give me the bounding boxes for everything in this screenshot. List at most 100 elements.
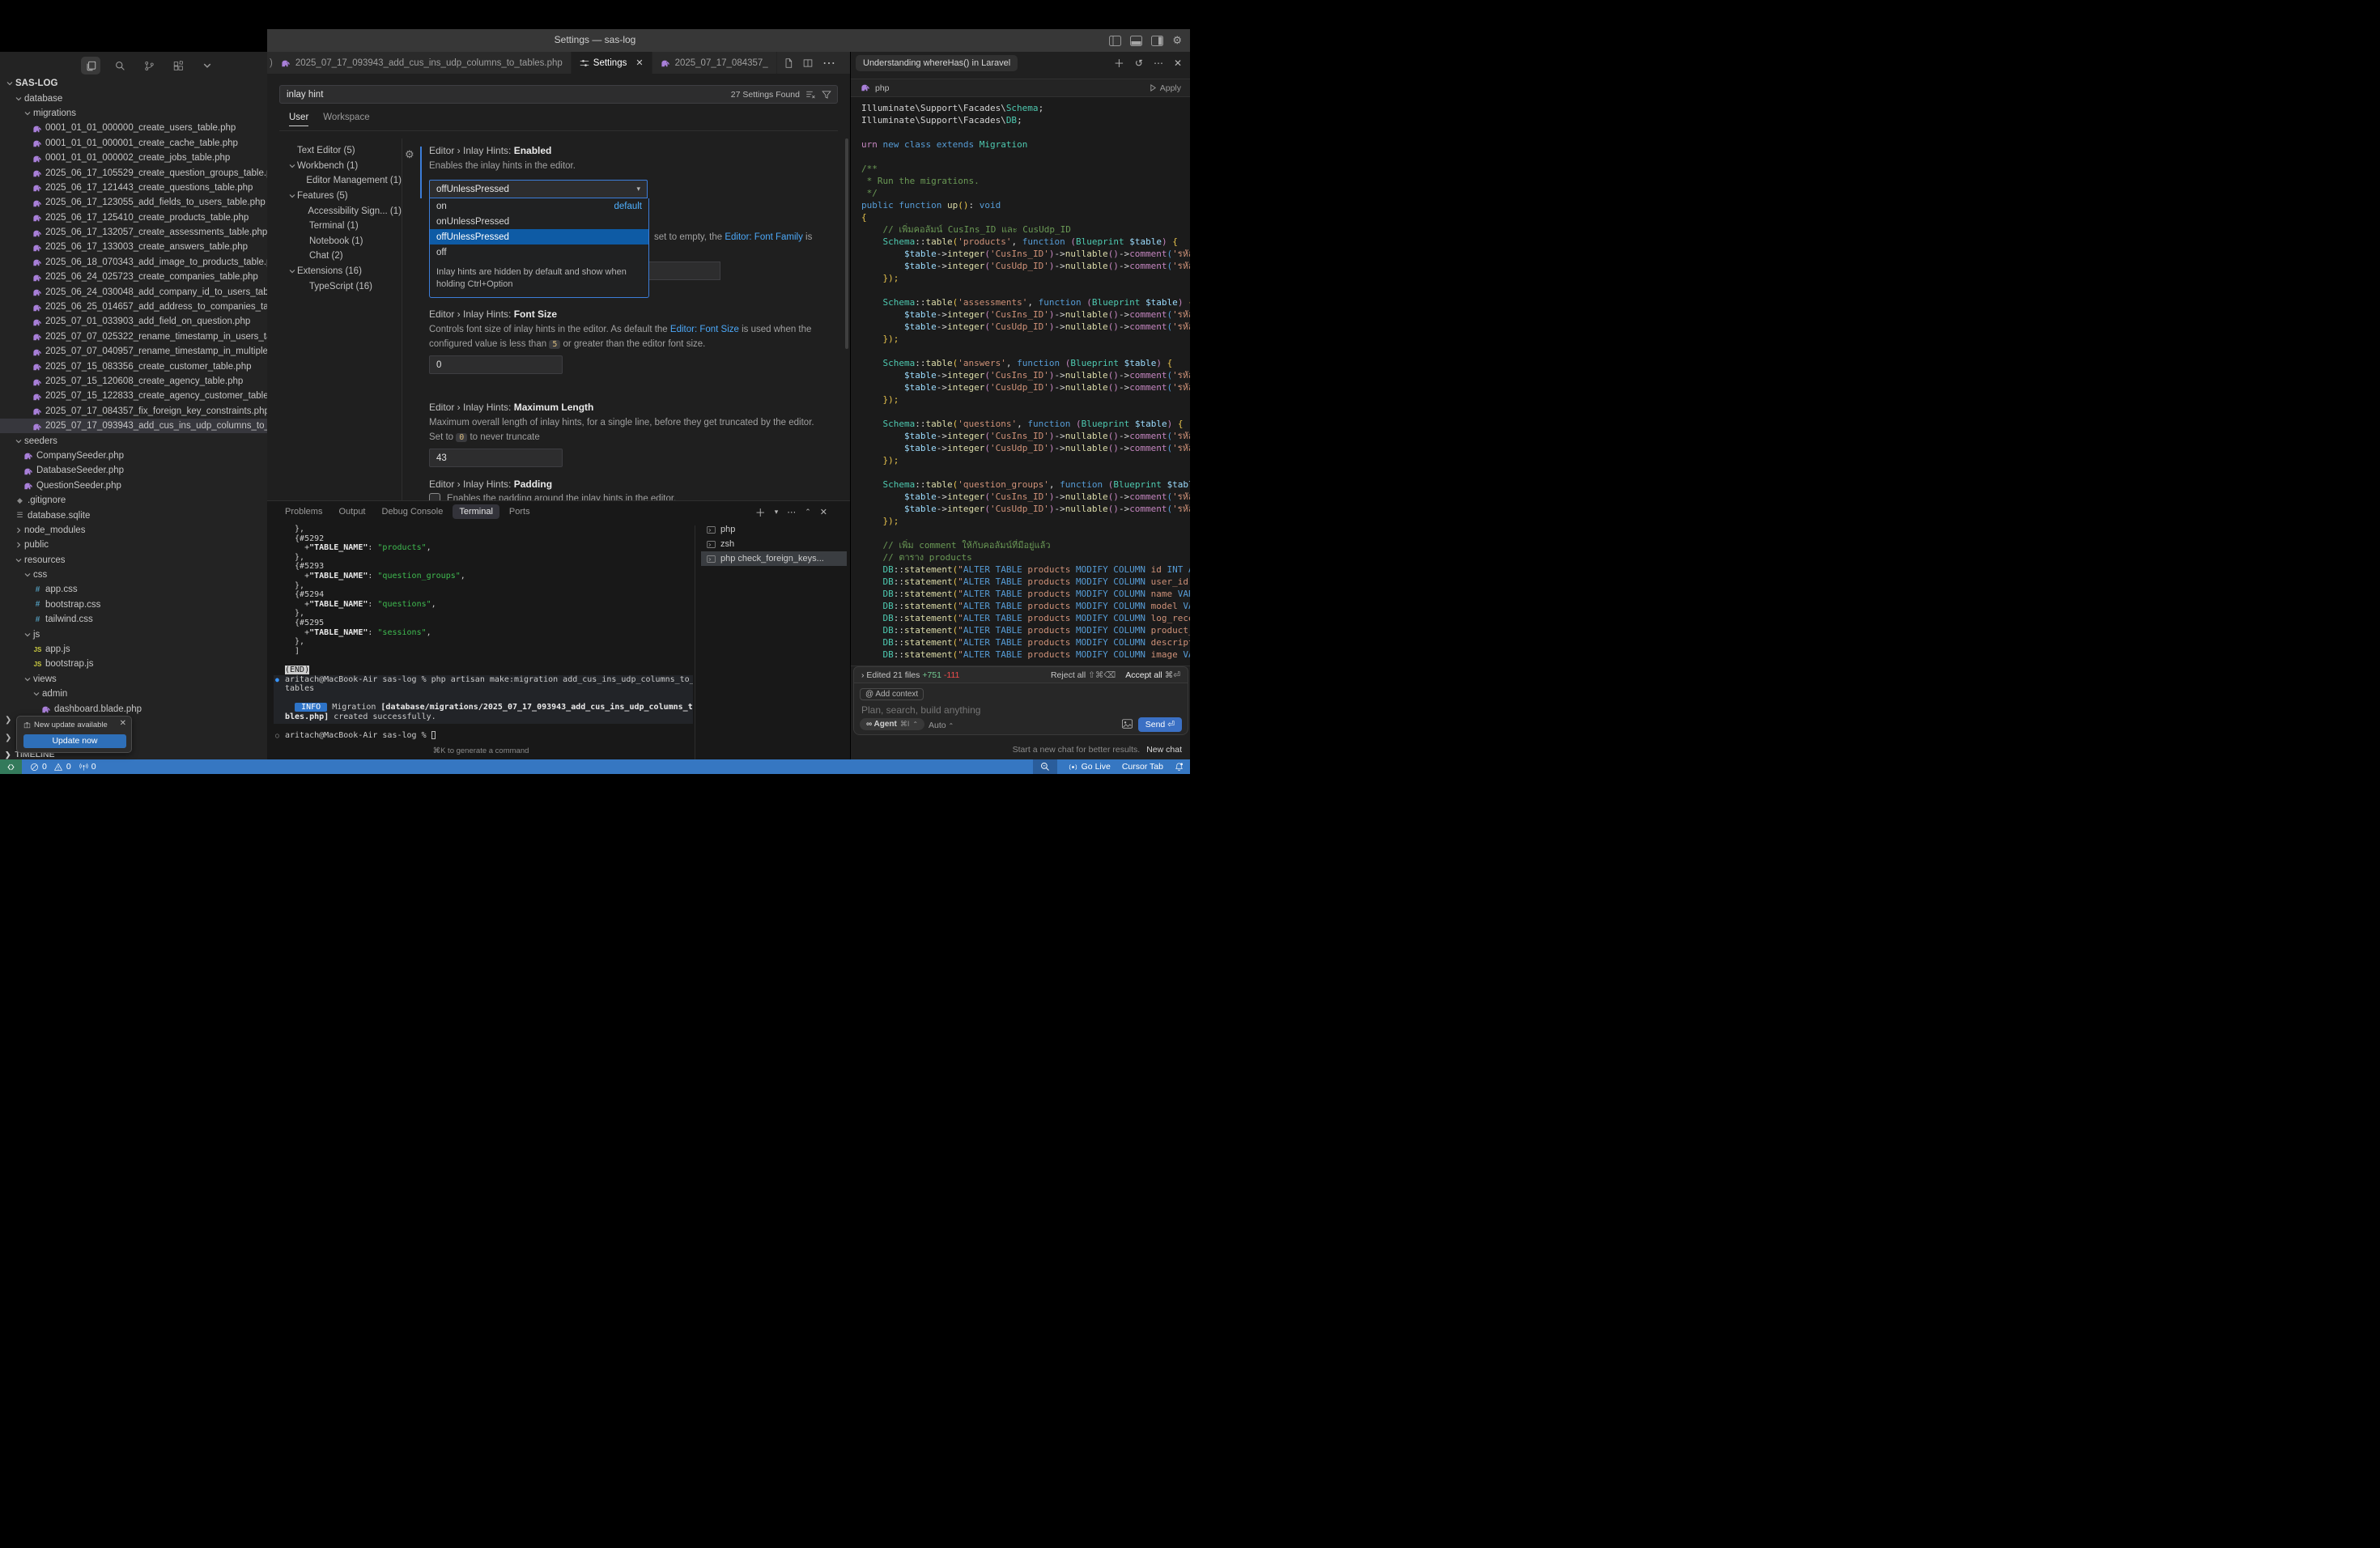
filter-icon[interactable]	[822, 90, 831, 100]
panel-tab-problems[interactable]: Problems	[278, 504, 329, 519]
extensions-icon[interactable]	[168, 57, 188, 74]
problems-indicator[interactable]: 0 0	[30, 762, 71, 772]
send-button[interactable]: Send ⏎	[1138, 717, 1182, 732]
terminal-dropdown-icon[interactable]: ▾	[775, 508, 779, 517]
tree-item[interactable]: QuestionSeeder.php	[0, 478, 267, 493]
scope-tab-workspace[interactable]: Workspace	[323, 113, 369, 126]
tree-item[interactable]: JSapp.js	[0, 642, 267, 657]
notifications-bell-icon[interactable]	[1175, 762, 1184, 772]
more-actions-icon[interactable]: ⋯	[787, 507, 796, 517]
dropdown-option[interactable]: onUnlessPressed	[430, 214, 648, 229]
tree-folder[interactable]: admin	[0, 687, 267, 701]
tree-item[interactable]: 2025_06_25_014657_add_address_to_compani…	[0, 300, 267, 314]
more-actions-icon[interactable]: ⋯	[1154, 57, 1163, 69]
cursor-tab-toggle[interactable]: Cursor Tab	[1122, 762, 1163, 772]
terminal-process[interactable]: zsh	[701, 537, 847, 551]
new-chat-icon[interactable]: ＋	[1114, 55, 1124, 70]
add-context-chip[interactable]: @ Add context	[860, 688, 924, 700]
tree-item[interactable]: 2025_07_01_033903_add_field_on_question.…	[0, 314, 267, 329]
tree-item[interactable]: 2025_07_07_040957_rename_timestamp_in_mu…	[0, 344, 267, 359]
code-content[interactable]: Illuminate\Support\Facades\Schema;Illumi…	[861, 102, 1190, 661]
close-icon[interactable]: ✕	[120, 719, 126, 728]
source-control-icon[interactable]	[139, 57, 159, 74]
dropdown-option[interactable]: off	[430, 245, 648, 260]
more-actions-icon[interactable]: ⋯	[822, 55, 835, 71]
tree-item[interactable]: JSbootstrap.js	[0, 657, 267, 671]
close-icon[interactable]: ✕	[1174, 57, 1182, 69]
apply-button[interactable]: Apply	[1150, 83, 1181, 93]
dropdown-option[interactable]: ondefault	[430, 198, 648, 214]
tree-item[interactable]: 2025_07_07_025322_rename_timestamp_in_us…	[0, 330, 267, 344]
toc-item[interactable]: Text Editor (5)	[267, 143, 402, 159]
settings-gear-icon[interactable]: ⚙	[1172, 34, 1182, 47]
terminal-process[interactable]: php check_foreign_keys...	[701, 551, 847, 566]
scope-tab-user[interactable]: User	[289, 113, 308, 126]
tree-item[interactable]: #tailwind.css	[0, 612, 267, 627]
padding-checkbox[interactable]	[429, 493, 440, 500]
toc-item[interactable]: Terminal (1)	[267, 219, 402, 234]
tree-folder[interactable]: SAS-LOG	[0, 76, 267, 91]
panel-tab-debug-console[interactable]: Debug Console	[376, 504, 450, 519]
terminal-output[interactable]: }, {#5292 +"TABLE_NAME": "products", }, …	[275, 525, 693, 741]
panel-tab-terminal[interactable]: Terminal	[453, 504, 499, 519]
settings-search-input[interactable]	[280, 90, 731, 100]
model-selector[interactable]: Auto ⌃	[929, 721, 954, 730]
toc-item[interactable]: Features (5)	[267, 189, 402, 204]
history-icon[interactable]: ↺	[1135, 57, 1143, 69]
ports-indicator[interactable]: 0	[79, 762, 96, 772]
toc-item[interactable]: TypeScript (16)	[267, 279, 402, 294]
panel-tab-output[interactable]: Output	[332, 504, 372, 519]
tree-item[interactable]: ☰database.sqlite	[0, 508, 267, 522]
tree-item[interactable]: 2025_07_15_122833_create_agency_customer…	[0, 389, 267, 403]
toggle-right-panel-icon[interactable]	[1151, 36, 1163, 46]
tree-folder[interactable]: node_modules	[0, 523, 267, 538]
setting-gear-icon[interactable]: ⚙	[405, 148, 414, 161]
chat-input-box[interactable]: @ Add context Plan, search, build anythi…	[853, 683, 1188, 735]
zoom-out-icon[interactable]	[1033, 759, 1057, 774]
editor-tab[interactable]: 2025_07_17_084357_	[652, 52, 777, 74]
remote-indicator[interactable]	[0, 759, 22, 774]
tree-item[interactable]: CompanySeeder.php	[0, 449, 267, 463]
tree-item[interactable]: 2025_07_15_120608_create_agency_table.ph…	[0, 374, 267, 389]
tree-folder[interactable]: database	[0, 91, 267, 105]
close-panel-icon[interactable]: ✕	[820, 507, 827, 517]
toc-item[interactable]: Editor Management (1)	[267, 173, 402, 189]
collapsed-section-chevron-icon[interactable]: ❯	[5, 734, 11, 742]
max-length-input[interactable]	[429, 449, 563, 467]
close-tab-icon[interactable]: ✕	[635, 57, 643, 68]
clear-filters-icon[interactable]	[805, 90, 816, 100]
tree-folder[interactable]: seeders	[0, 433, 267, 448]
tree-item[interactable]: 2025_06_17_133003_create_answers_table.p…	[0, 240, 267, 254]
tree-folder[interactable]: migrations	[0, 106, 267, 121]
open-changes-icon[interactable]	[784, 58, 793, 68]
tree-folder[interactable]: views	[0, 672, 267, 687]
new-chat-button[interactable]: New chat	[1146, 745, 1182, 755]
enabled-select[interactable]: offUnlessPressed ▾	[429, 180, 648, 198]
editor-tab[interactable]: Settings✕	[572, 52, 652, 74]
chevron-down-icon[interactable]	[198, 57, 217, 74]
tree-item[interactable]: 2025_07_17_084357_fix_foreign_key_constr…	[0, 404, 267, 419]
tree-folder[interactable]: public	[0, 538, 267, 552]
tree-item[interactable]: 2025_06_24_030048_add_company_id_to_user…	[0, 284, 267, 299]
attach-image-icon[interactable]	[1122, 719, 1133, 729]
toc-item[interactable]: Notebook (1)	[267, 234, 402, 249]
tree-item[interactable]: 2025_06_18_070343_add_image_to_products_…	[0, 255, 267, 270]
font-size-input[interactable]	[429, 355, 563, 374]
update-now-button[interactable]: Update now	[23, 734, 126, 748]
editor-tab[interactable]: 2025_07_17_093943_add_cus_ins_udp_column…	[273, 52, 572, 74]
tree-item[interactable]: 2025_06_17_105529_create_question_groups…	[0, 165, 267, 180]
toggle-bottom-panel-icon[interactable]	[1130, 36, 1142, 46]
split-editor-icon[interactable]	[803, 58, 813, 68]
tree-folder[interactable]: js	[0, 627, 267, 641]
search-icon[interactable]	[110, 57, 130, 74]
tree-item[interactable]: 2025_06_17_132057_create_assessments_tab…	[0, 225, 267, 240]
new-terminal-icon[interactable]: ＋	[755, 504, 766, 520]
tree-item[interactable]: 0001_01_01_000002_create_jobs_table.php	[0, 151, 267, 165]
scrollbar-thumb[interactable]	[845, 138, 848, 349]
toc-item[interactable]: Workbench (1)	[267, 159, 402, 174]
toc-item[interactable]: Extensions (16)	[267, 264, 402, 279]
go-live-button[interactable]: Go Live	[1069, 762, 1111, 772]
dropdown-option[interactable]: offUnlessPressed	[430, 229, 648, 245]
tree-item[interactable]: 0001_01_01_000000_create_users_table.php	[0, 121, 267, 135]
panel-tab-ports[interactable]: Ports	[503, 504, 537, 519]
